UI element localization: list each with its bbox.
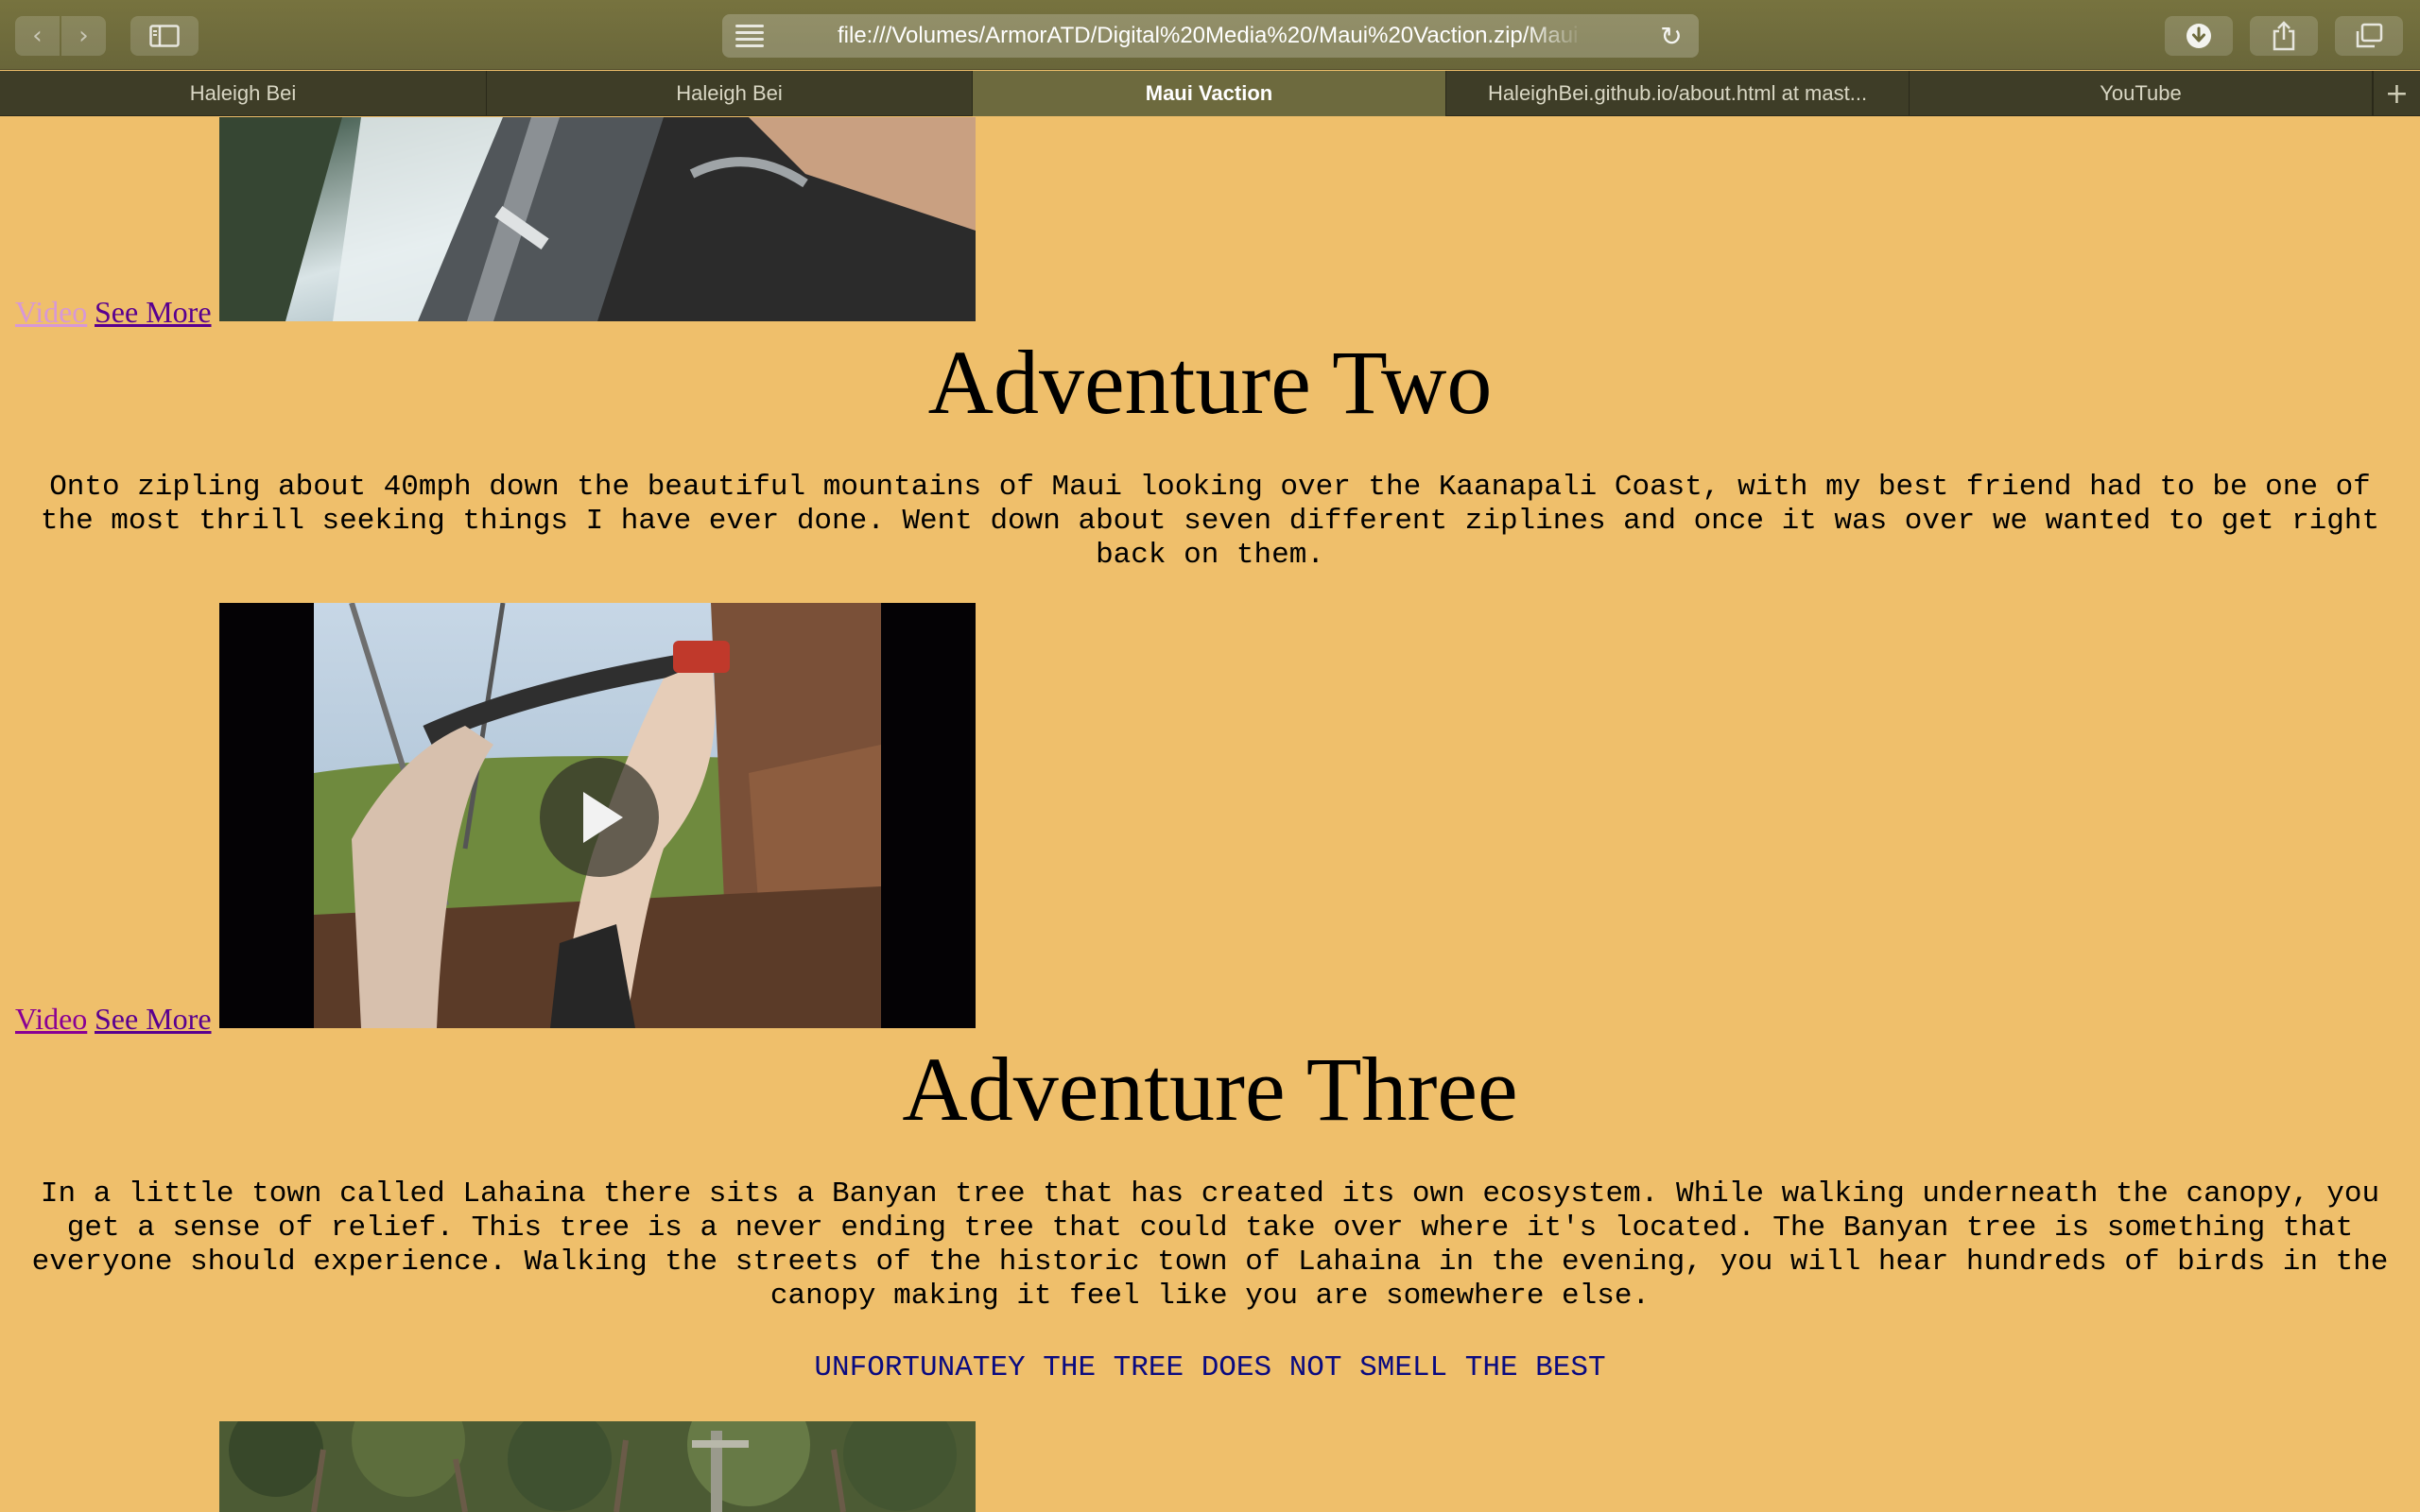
adventure-one-video-link[interactable]: Video	[15, 297, 87, 327]
adventure-three-image	[219, 1421, 976, 1512]
adventure-two-text: Onto zipling about 40mph down the beauti…	[40, 471, 2380, 572]
chevron-right-icon: ›	[78, 22, 89, 50]
back-button[interactable]: ‹	[15, 16, 60, 56]
reload-icon[interactable]: ↻	[1655, 20, 1687, 52]
adventure-two-title: Adventure Two	[927, 332, 1493, 433]
share-button[interactable]	[2250, 16, 2318, 56]
browser-toolbar: ‹ › file:///Volumes/ArmorATD/Digital%20M…	[0, 0, 2420, 70]
download-icon	[2187, 24, 2211, 48]
adventure-one-see-more-link[interactable]: See More	[95, 297, 212, 327]
adventure-three-text: In a little town called Lahaina there si…	[31, 1177, 2389, 1313]
sidebar-toggle-button[interactable]	[130, 16, 199, 56]
share-icon	[2273, 21, 2295, 51]
address-bar[interactable]: file:///Volumes/ArmorATD/Digital%20Media…	[722, 14, 1699, 58]
adventure-one-video[interactable]	[219, 117, 976, 321]
new-tab-button[interactable]: +	[2373, 71, 2420, 116]
tabs-overview-icon	[2356, 23, 2383, 48]
play-icon	[583, 792, 623, 843]
tab-maui-vaction[interactable]: Maui Vaction	[973, 71, 1446, 116]
adventure-three-note: UNFORTUNATEY THE TREE DOES NOT SMELL THE…	[814, 1351, 1606, 1384]
reader-icon[interactable]	[735, 25, 764, 47]
tab-overview-button[interactable]	[2335, 16, 2403, 56]
sidebar-icon	[149, 25, 180, 47]
adventure-two-video-link[interactable]: Video	[15, 1004, 87, 1034]
banyan-tree-image	[219, 1421, 976, 1512]
forward-button[interactable]: ›	[61, 16, 106, 56]
chevron-left-icon: ‹	[32, 22, 43, 50]
tab-bar: Haleigh Bei Haleigh Bei Maui Vaction Hal…	[0, 71, 2420, 116]
downloads-button[interactable]	[2165, 16, 2233, 56]
tab-youtube[interactable]: YouTube	[1910, 71, 2373, 116]
plus-icon: +	[2384, 77, 2410, 111]
adventure-two-see-more-link[interactable]: See More	[95, 1004, 212, 1034]
page-content: Video See More Adventure Two Onto ziplin…	[0, 117, 2420, 1512]
tab-haleigh-bei-2[interactable]: Haleigh Bei	[487, 71, 973, 116]
tab-haleigh-bei-1[interactable]: Haleigh Bei	[0, 71, 487, 116]
adventure-three-title: Adventure Three	[902, 1039, 1518, 1140]
play-button[interactable]	[540, 758, 659, 877]
helicopter-ocean-image	[219, 117, 976, 321]
tab-github-about[interactable]: HaleighBei.github.io/about.html at mast.…	[1446, 71, 1910, 116]
url-field[interactable]: file:///Volumes/ArmorATD/Digital%20Media…	[838, 23, 1584, 51]
